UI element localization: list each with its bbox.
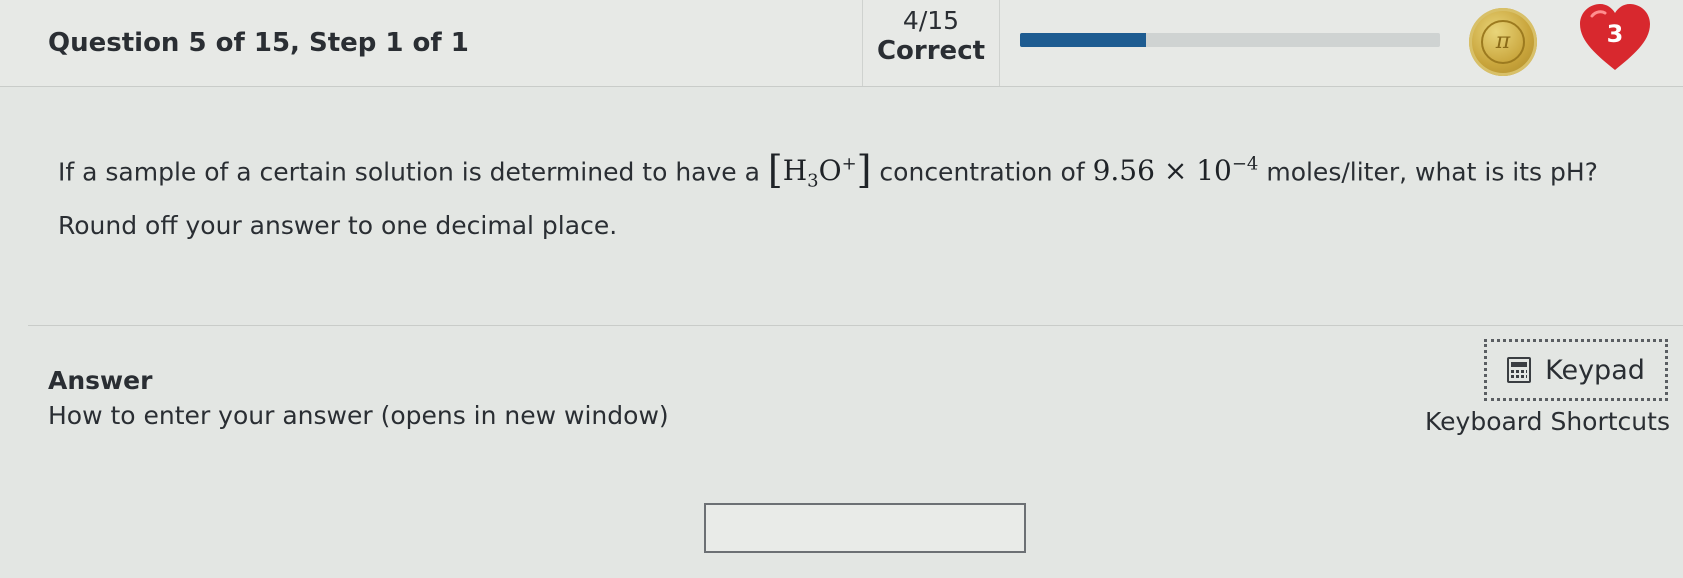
keyboard-shortcuts-link[interactable]: Keyboard Shortcuts [1425,407,1670,436]
how-to-enter-link[interactable]: How to enter your answer (opens in new w… [48,401,669,430]
score-fraction: 4/15 [902,6,960,35]
header-bar: Question 5 of 15, Step 1 of 1 4/15 Corre… [0,0,1683,87]
progress-bar [1020,33,1440,47]
heart-icon: 3 [1578,2,1652,74]
coin-emblem: π [1481,20,1525,64]
keypad-button[interactable]: Keypad [1484,339,1668,401]
score-box: 4/15 Correct [862,0,1000,86]
progress-fill [1020,33,1146,47]
question-part2: concentration of [871,157,1093,187]
app-window: Question 5 of 15, Step 1 of 1 4/15 Corre… [0,0,1683,578]
calculator-icon [1507,357,1532,383]
question-title: Question 5 of 15, Step 1 of 1 [48,28,469,58]
score-label: Correct [876,36,986,66]
keypad-label: Keypad [1545,354,1645,386]
concentration-value: 9.56 × 10−4 [1092,154,1259,188]
coin-icon[interactable]: π [1469,8,1537,76]
question-line2: Round off your answer to one decimal pla… [58,210,618,240]
species-formula: [H3O+] [767,148,872,193]
question-text: If a sample of a certain solution is det… [58,143,1628,248]
question-part3: moles/liter, what is its pH? [1258,157,1598,187]
answer-label: Answer [48,366,153,395]
section-divider [28,325,1683,326]
answer-input[interactable] [704,503,1026,553]
question-part1: If a sample of a certain solution is det… [58,157,768,187]
hearts-count: 3 [1606,20,1624,48]
